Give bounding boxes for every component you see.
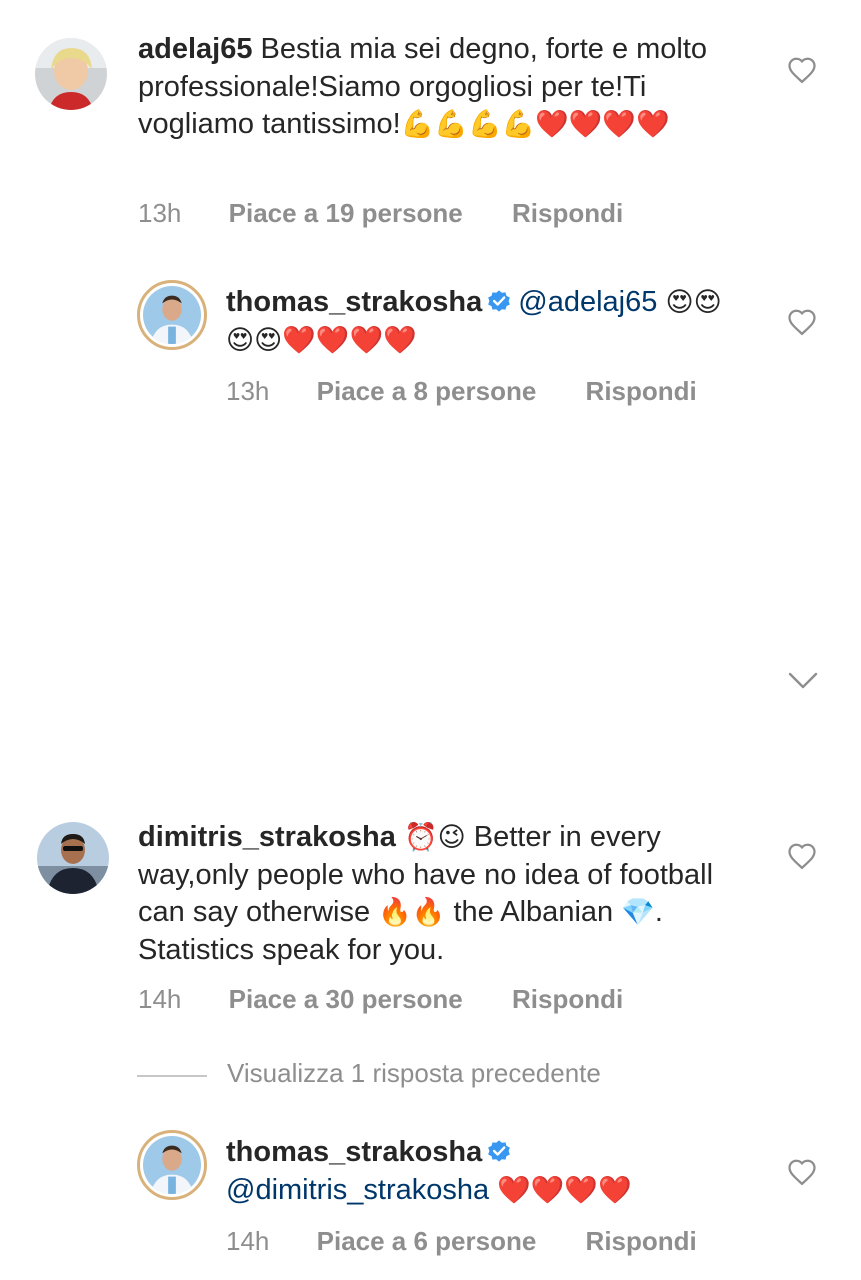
verified-badge-icon [488, 1140, 511, 1162]
comment-username[interactable]: thomas_strakosha [226, 1136, 482, 1168]
comment-mention[interactable]: @dimitris_strakosha [226, 1174, 489, 1206]
heart-outline-icon[interactable] [787, 56, 817, 84]
heart-outline-icon[interactable] [787, 308, 817, 336]
comment-time: 13h [226, 376, 270, 406]
comment-emoji-before: ⏰😉 [403, 822, 466, 853]
reply-button[interactable]: Rispondi [586, 1226, 697, 1257]
comment-text: thomas_strakosha @adelaj65 😍😍😍😍❤️❤️❤️❤️ [226, 284, 746, 359]
comment-emoji-mid: 🔥🔥 [378, 897, 446, 928]
reply-thomas-strakosha-1: thomas_strakosha @adelaj65 😍😍😍😍❤️❤️❤️❤️ 1… [0, 260, 861, 420]
comment-text: thomas_strakosha @dimitris_strakosha ❤️❤️… [226, 1134, 706, 1209]
comment-likes-link[interactable]: Piace a 6 persone [317, 1226, 537, 1257]
comment-text: adelaj65 Bestia mia sei degno, forte e m… [138, 31, 738, 144]
heart-outline-icon[interactable] [787, 1158, 817, 1186]
comment-emojis: ❤️❤️❤️❤️ [497, 1174, 632, 1206]
avatar-thomas-strakosha[interactable] [137, 280, 207, 350]
avatar-image [37, 822, 109, 894]
reply-button[interactable]: Rispondi [512, 984, 623, 1015]
comment-meta: 13h Piace a 19 persone Rispondi [138, 198, 623, 229]
comment-username[interactable]: adelaj65 [138, 33, 252, 65]
comment-username[interactable]: thomas_strakosha [226, 286, 482, 318]
avatar-adelaj65[interactable] [35, 38, 107, 110]
reply-thomas-strakosha-2: thomas_strakosha @dimitris_strakosha ❤️❤️… [0, 1110, 861, 1280]
avatar-dimitris-strakosha[interactable] [37, 822, 109, 894]
comment-username[interactable]: dimitris_strakosha [138, 821, 396, 853]
comment-likes-link[interactable]: Piace a 8 persone [317, 376, 537, 407]
heart-outline-icon[interactable] [787, 842, 817, 870]
comment-likes-link[interactable]: Piace a 19 persone [229, 198, 463, 229]
avatar-image [143, 286, 201, 344]
comment-text: dimitris_strakosha ⏰😉 Better in every wa… [138, 819, 728, 969]
view-replies-label: Visualizza 1 risposta precedente [227, 1058, 601, 1088]
comment-meta: 14h Piace a 30 persone Rispondi [138, 984, 623, 1015]
comment-body-part2: the Albanian [453, 896, 614, 928]
comment-emojis: 💪💪💪💪❤️❤️❤️❤️ [400, 109, 670, 140]
comment-likes-link[interactable]: Piace a 30 persone [229, 984, 463, 1015]
verified-badge-icon [488, 290, 511, 312]
reply-button[interactable]: Rispondi [586, 376, 697, 407]
comment-dimitris-strakosha: dimitris_strakosha ⏰😉 Better in every wa… [0, 800, 861, 1030]
comment-meta: 14h Piace a 6 persone Rispondi [226, 1226, 697, 1257]
replies-divider-line [137, 1075, 207, 1077]
chevron-down-icon[interactable] [787, 670, 819, 692]
avatar-image [35, 38, 107, 110]
comment-emoji-end: 💎 [621, 897, 655, 928]
comment-time: 13h [138, 198, 182, 228]
avatar-image [143, 1136, 201, 1194]
comment-meta: 13h Piace a 8 persone Rispondi [226, 376, 697, 407]
comment-time: 14h [138, 984, 182, 1014]
reply-button[interactable]: Rispondi [512, 198, 623, 229]
avatar-thomas-strakosha[interactable] [137, 1130, 207, 1200]
comment-adelaj65: adelaj65 Bestia mia sei degno, forte e m… [0, 0, 861, 240]
comment-time: 14h [226, 1226, 270, 1256]
comment-mention[interactable]: @adelaj65 [518, 286, 657, 318]
